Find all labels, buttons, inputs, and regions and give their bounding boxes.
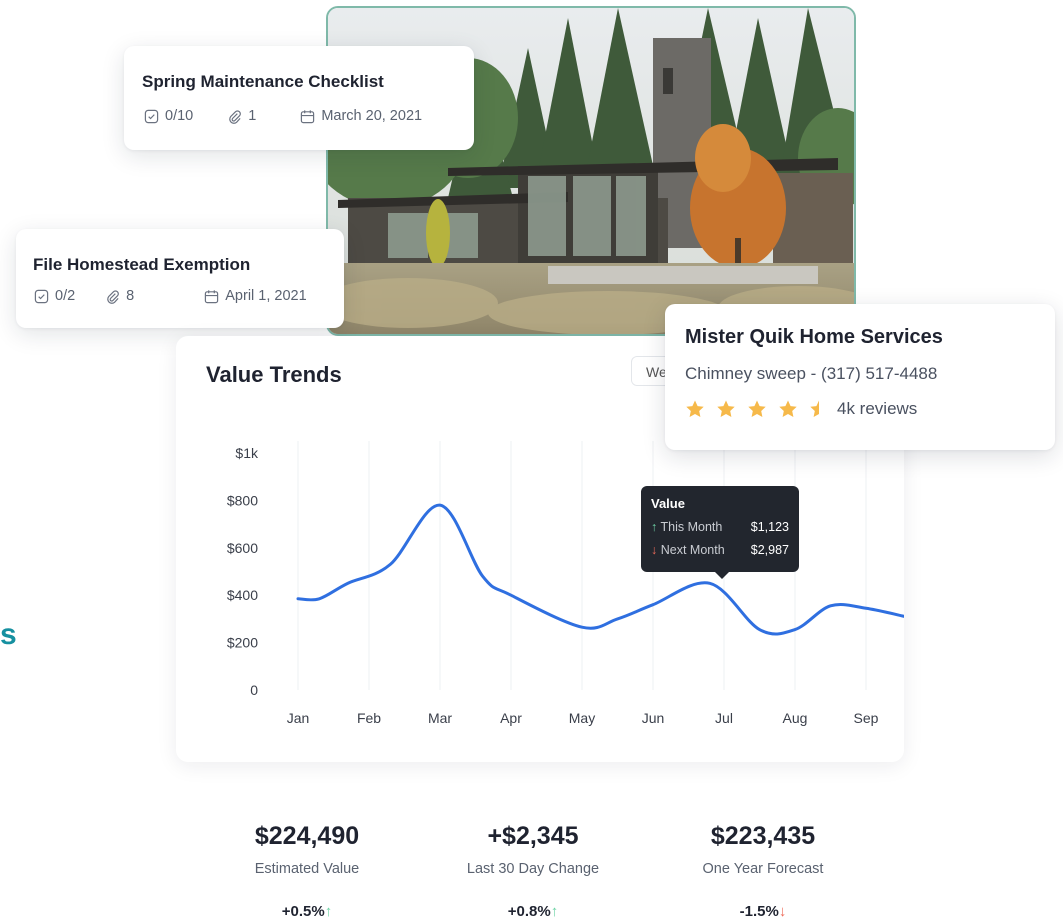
service-provider-card[interactable]: Mister Quik Home Services Chimney sweep … <box>665 304 1055 450</box>
tooltip-row-this-month: ↑ This Month $1,123 <box>651 520 789 534</box>
stat-change: +0.8%↑ <box>507 903 559 920</box>
service-name: Mister Quik Home Services <box>685 326 943 348</box>
x-tick-label: Aug <box>783 710 808 726</box>
star-rating-icon <box>686 400 819 417</box>
attachment-count: 8 <box>105 288 134 304</box>
x-tick-label: Jan <box>287 710 310 726</box>
x-tick-label: Jul <box>715 710 733 726</box>
checkbox-icon <box>34 289 49 303</box>
stat-label: Last 30 Day Change <box>466 861 600 877</box>
arrow-down-icon: ↓ <box>651 543 658 557</box>
stat-estimated-value: $224,490 Estimated Value +0.5%↑ <box>207 822 407 920</box>
stat-one-year-forecast: $223,435 One Year Forecast -1.5%↓ <box>663 822 863 920</box>
y-tick-label: $600 <box>227 540 258 556</box>
arrow-up-icon: ↑ <box>550 903 559 920</box>
y-tick-label: $400 <box>227 587 258 603</box>
rating: 4k reviews <box>685 398 917 420</box>
stat-value: +$2,345 <box>487 822 579 850</box>
x-tick-label: Feb <box>357 710 381 726</box>
x-tick-label: Jun <box>642 710 665 726</box>
stat-label: One Year Forecast <box>702 861 824 877</box>
task-card-homestead-exemption[interactable]: File Homestead Exemption 0/2 8 April 1, … <box>16 229 344 328</box>
stat-change: +0.5%↑ <box>281 903 333 920</box>
star-icon <box>779 400 797 417</box>
star-icon <box>686 400 704 417</box>
paperclip-icon <box>107 289 120 304</box>
x-tick-label: May <box>569 710 595 726</box>
x-tick-label: Mar <box>428 710 452 726</box>
arrow-up-icon: ↑ <box>651 520 658 534</box>
stat-30-day-change: +$2,345 Last 30 Day Change +0.8%↑ <box>433 822 633 920</box>
review-count[interactable]: 4k reviews <box>837 399 917 419</box>
service-detail: Chimney sweep - (317) 517-4488 <box>685 364 938 383</box>
arrow-up-icon: ↑ <box>324 903 333 920</box>
tooltip-row-next-month: ↓ Next Month $2,987 <box>651 543 789 557</box>
due-date: April 1, 2021 <box>204 288 307 304</box>
chart-tooltip: Value ↑ This Month $1,123 ↓ Next Month $… <box>641 486 799 579</box>
stat-value: $223,435 <box>710 822 816 850</box>
series-line <box>296 503 904 636</box>
stat-change: -1.5%↓ <box>739 903 787 920</box>
task-card-spring-maintenance[interactable]: Spring Maintenance Checklist 0/10 1 Marc… <box>124 46 474 150</box>
checkbox-icon <box>144 109 159 123</box>
x-tick-label: Sep <box>854 710 879 726</box>
task-title: Spring Maintenance Checklist <box>142 72 384 91</box>
star-icon <box>717 400 735 417</box>
cropped-heading-text: s <box>0 618 17 651</box>
checklist-count: 0/10 <box>144 108 193 124</box>
attachment-count: 1 <box>227 108 256 124</box>
y-tick-label: 0 <box>250 682 258 698</box>
stat-value: $224,490 <box>254 822 360 850</box>
x-tick-label: Apr <box>500 710 522 726</box>
y-tick-label: $800 <box>227 492 258 508</box>
calendar-icon <box>301 109 315 123</box>
due-date: March 20, 2021 <box>300 108 422 124</box>
star-icon <box>748 400 766 417</box>
task-title: File Homestead Exemption <box>33 255 251 274</box>
checklist-count: 0/2 <box>34 288 75 304</box>
stat-label: Estimated Value <box>254 861 360 877</box>
paperclip-icon <box>229 109 242 124</box>
calendar-icon <box>205 289 219 303</box>
y-tick-label: $1k <box>235 445 259 461</box>
tooltip-title: Value <box>651 496 685 511</box>
arrow-down-icon: ↓ <box>778 903 787 920</box>
y-tick-label: $200 <box>227 635 258 651</box>
half-star-icon <box>810 400 819 417</box>
